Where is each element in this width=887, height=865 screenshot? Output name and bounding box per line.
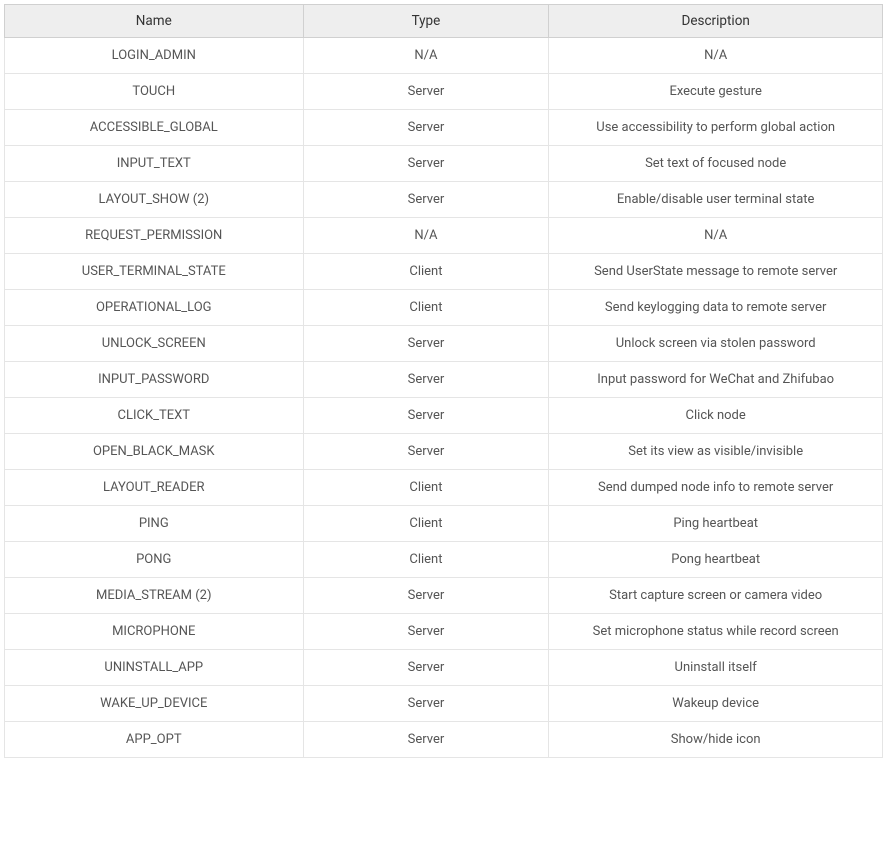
cell-type: Server	[303, 578, 549, 614]
cell-description: N/A	[549, 38, 883, 74]
table-row: CLICK_TEXTServerClick node	[5, 398, 883, 434]
cell-description: Send dumped node info to remote server	[549, 470, 883, 506]
cell-description: N/A	[549, 218, 883, 254]
cell-type: Server	[303, 722, 549, 758]
cell-description: Uninstall itself	[549, 650, 883, 686]
cell-type: Server	[303, 146, 549, 182]
cell-type: N/A	[303, 218, 549, 254]
cell-name: LAYOUT_SHOW (2)	[5, 182, 304, 218]
table-row: LAYOUT_READERClientSend dumped node info…	[5, 470, 883, 506]
col-header-name: Name	[5, 5, 304, 38]
cell-description: Execute gesture	[549, 74, 883, 110]
cell-type: Server	[303, 362, 549, 398]
cell-name: UNINSTALL_APP	[5, 650, 304, 686]
table-header-row: Name Type Description	[5, 5, 883, 38]
cell-type: Client	[303, 290, 549, 326]
cell-name: PING	[5, 506, 304, 542]
table-row: OPEN_BLACK_MASKServerSet its view as vis…	[5, 434, 883, 470]
cell-type: Server	[303, 182, 549, 218]
table-row: APP_OPTServerShow/hide icon	[5, 722, 883, 758]
cell-description: Pong heartbeat	[549, 542, 883, 578]
col-header-description: Description	[549, 5, 883, 38]
cell-type: Server	[303, 398, 549, 434]
cell-name: INPUT_TEXT	[5, 146, 304, 182]
cell-name: TOUCH	[5, 74, 304, 110]
cell-name: WAKE_UP_DEVICE	[5, 686, 304, 722]
cell-description: Send UserState message to remote server	[549, 254, 883, 290]
cell-name: CLICK_TEXT	[5, 398, 304, 434]
table-row: MEDIA_STREAM (2)ServerStart capture scre…	[5, 578, 883, 614]
cell-type: Server	[303, 326, 549, 362]
cell-description: Start capture screen or camera video	[549, 578, 883, 614]
table-row: INPUT_TEXTServerSet text of focused node	[5, 146, 883, 182]
cell-name: PONG	[5, 542, 304, 578]
cell-description: Click node	[549, 398, 883, 434]
cell-type: Client	[303, 542, 549, 578]
cell-description: Set its view as visible/invisible	[549, 434, 883, 470]
cell-name: INPUT_PASSWORD	[5, 362, 304, 398]
table-row: USER_TERMINAL_STATEClientSend UserState …	[5, 254, 883, 290]
cell-type: Client	[303, 254, 549, 290]
cell-name: REQUEST_PERMISSION	[5, 218, 304, 254]
cell-type: Server	[303, 614, 549, 650]
table-row: LOGIN_ADMINN/AN/A	[5, 38, 883, 74]
cell-description: Enable/disable user terminal state	[549, 182, 883, 218]
cell-type: Server	[303, 110, 549, 146]
cell-type: Client	[303, 506, 549, 542]
cell-name: OPEN_BLACK_MASK	[5, 434, 304, 470]
table-row: OPERATIONAL_LOGClientSend keylogging dat…	[5, 290, 883, 326]
table-row: MICROPHONEServerSet microphone status wh…	[5, 614, 883, 650]
cell-name: MEDIA_STREAM (2)	[5, 578, 304, 614]
table-row: UNINSTALL_APPServerUninstall itself	[5, 650, 883, 686]
cell-description: Show/hide icon	[549, 722, 883, 758]
cell-type: Server	[303, 74, 549, 110]
cell-name: USER_TERMINAL_STATE	[5, 254, 304, 290]
cell-description: Send keylogging data to remote server	[549, 290, 883, 326]
cell-type: Client	[303, 470, 549, 506]
table-row: WAKE_UP_DEVICEServerWakeup device	[5, 686, 883, 722]
cell-name: APP_OPT	[5, 722, 304, 758]
table-row: UNLOCK_SCREENServerUnlock screen via sto…	[5, 326, 883, 362]
table-row: PINGClientPing heartbeat	[5, 506, 883, 542]
cell-description: Wakeup device	[549, 686, 883, 722]
cell-description: Set microphone status while record scree…	[549, 614, 883, 650]
table-row: INPUT_PASSWORDServerInput password for W…	[5, 362, 883, 398]
cell-name: UNLOCK_SCREEN	[5, 326, 304, 362]
cell-type: Server	[303, 686, 549, 722]
cell-name: ACCESSIBLE_GLOBAL	[5, 110, 304, 146]
cell-name: LAYOUT_READER	[5, 470, 304, 506]
cell-name: OPERATIONAL_LOG	[5, 290, 304, 326]
cell-description: Ping heartbeat	[549, 506, 883, 542]
cell-description: Unlock screen via stolen password	[549, 326, 883, 362]
table-row: LAYOUT_SHOW (2)ServerEnable/disable user…	[5, 182, 883, 218]
commands-table: Name Type Description LOGIN_ADMINN/AN/AT…	[4, 4, 883, 758]
cell-description: Use accessibility to perform global acti…	[549, 110, 883, 146]
table-row: REQUEST_PERMISSIONN/AN/A	[5, 218, 883, 254]
table-row: PONGClientPong heartbeat	[5, 542, 883, 578]
cell-name: LOGIN_ADMIN	[5, 38, 304, 74]
cell-type: N/A	[303, 38, 549, 74]
table-row: ACCESSIBLE_GLOBALServerUse accessibility…	[5, 110, 883, 146]
col-header-type: Type	[303, 5, 549, 38]
table-row: TOUCHServerExecute gesture	[5, 74, 883, 110]
cell-type: Server	[303, 434, 549, 470]
cell-name: MICROPHONE	[5, 614, 304, 650]
cell-type: Server	[303, 650, 549, 686]
cell-description: Input password for WeChat and Zhifubao	[549, 362, 883, 398]
cell-description: Set text of focused node	[549, 146, 883, 182]
